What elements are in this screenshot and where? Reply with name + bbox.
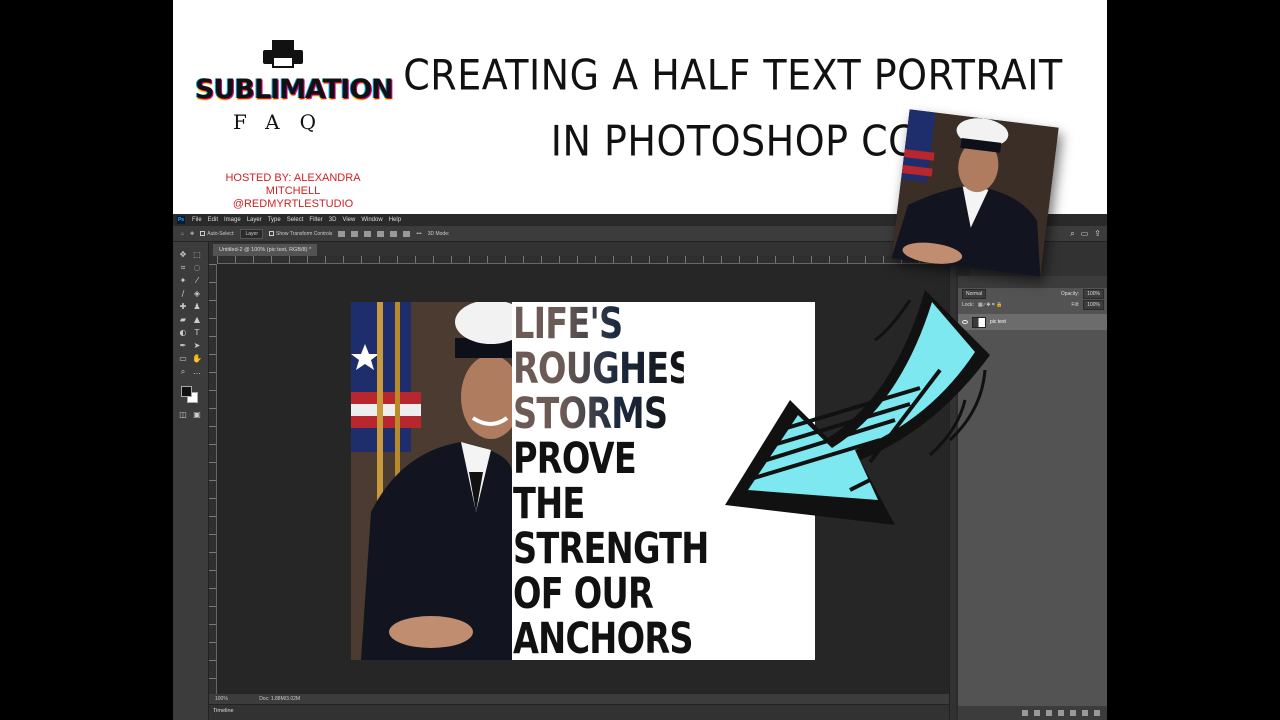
path-select-icon[interactable]: ➤ bbox=[192, 341, 202, 351]
eraser-icon[interactable]: ▰ bbox=[178, 315, 188, 325]
share-icon[interactable]: ⇪ bbox=[1094, 229, 1101, 239]
trash-icon[interactable] bbox=[1094, 710, 1100, 716]
document-tab-bar: Untitled-2 @ 100% (pic text, RGB/8) * bbox=[209, 242, 949, 256]
fill-input[interactable]: 100% bbox=[1083, 299, 1104, 310]
align-top-icon[interactable] bbox=[390, 230, 398, 237]
quote-line-8: ANCHORS bbox=[513, 614, 694, 661]
home-icon[interactable]: ⌂ bbox=[181, 231, 184, 237]
auto-select-checkbox[interactable]: Auto-Select: bbox=[200, 231, 234, 237]
clone-stamp-icon[interactable]: ♟ bbox=[192, 302, 202, 312]
logo-subtitle: FAQ bbox=[233, 110, 336, 134]
menu-image[interactable]: Image bbox=[221, 217, 244, 223]
host-name: HOSTED BY: ALEXANDRA MITCHELL bbox=[225, 172, 361, 197]
3d-mode-label: 3D Mode: bbox=[427, 230, 450, 237]
move-icon[interactable]: ✥ bbox=[178, 250, 188, 260]
link-layers-icon[interactable] bbox=[1022, 710, 1028, 716]
timeline-panel-tab[interactable]: Timeline bbox=[209, 704, 949, 720]
pen-icon[interactable]: ✒ bbox=[178, 341, 188, 351]
auto-select-dropdown[interactable]: Layer bbox=[240, 228, 263, 239]
quote-line-3: STORMS bbox=[513, 392, 684, 437]
menu-edit[interactable]: Edit bbox=[205, 217, 221, 223]
host-handle: @REDMYRTLESTUDIO bbox=[232, 198, 354, 210]
tools-panel: ✥ ⬚ ⌗ ◌ ✦ ⁄ ∕ ◈ ✚ ♟ ▰ ▲ ◐ T ✒ ➤ ▭ ✋ ⌕ … bbox=[173, 242, 209, 720]
menu-3d[interactable]: 3D bbox=[326, 217, 340, 223]
ruler-corner bbox=[209, 256, 217, 264]
menu-layer[interactable]: Layer bbox=[244, 217, 265, 223]
new-group-icon[interactable] bbox=[1070, 710, 1076, 716]
marquee-icon[interactable]: ⬚ bbox=[192, 250, 202, 260]
menu-window[interactable]: Window bbox=[358, 217, 385, 223]
quote-line-7: OF OUR bbox=[513, 569, 654, 619]
title-line-1: CREATING A HALF TEXT PORTRAIT bbox=[403, 50, 1063, 100]
add-mask-icon[interactable] bbox=[1046, 710, 1052, 716]
crop-icon[interactable]: ⌗ bbox=[178, 263, 188, 273]
zoom-icon[interactable]: ⌕ bbox=[178, 367, 188, 377]
layers-panel-footer bbox=[958, 706, 1107, 720]
align-center-icon[interactable] bbox=[351, 230, 359, 237]
align-middle-icon[interactable] bbox=[403, 230, 411, 237]
portrait-photo bbox=[351, 302, 512, 660]
quote-line-4: PROVE bbox=[513, 434, 637, 484]
more-tools-icon[interactable]: … bbox=[192, 367, 202, 377]
magic-wand-icon[interactable]: ✦ bbox=[178, 276, 188, 286]
horizontal-ruler[interactable] bbox=[217, 256, 949, 264]
menu-view[interactable]: View bbox=[339, 217, 358, 223]
menu-type[interactable]: Type bbox=[265, 217, 284, 223]
quick-mask-icon[interactable]: ◫ bbox=[178, 410, 188, 420]
quote-line-2: ROUGHEST bbox=[513, 344, 715, 394]
photoshop-logo-icon: Ps bbox=[177, 216, 185, 224]
more-options-icon[interactable]: ••• bbox=[416, 231, 421, 237]
host-credit: HOSTED BY: ALEXANDRA MITCHELL @REDMYRTLE… bbox=[203, 172, 383, 211]
foreground-color-swatch[interactable] bbox=[181, 386, 192, 397]
type-icon[interactable]: T bbox=[192, 328, 202, 338]
brush-icon[interactable]: ∕ bbox=[178, 289, 188, 299]
video-frame: SUBLIMATION FAQ HOSTED BY: ALEXANDRA MIT… bbox=[0, 0, 1280, 720]
menu-select[interactable]: Select bbox=[284, 217, 307, 223]
lasso-icon[interactable]: ◌ bbox=[192, 263, 202, 273]
reference-photo-thumbnail bbox=[891, 109, 1059, 277]
menu-help[interactable]: Help bbox=[386, 217, 404, 223]
document-size[interactable]: Doc: 1.88M/3.02M bbox=[259, 696, 300, 702]
menu-file[interactable]: File bbox=[189, 217, 205, 223]
menu-filter[interactable]: Filter bbox=[306, 217, 325, 223]
fx-icon[interactable] bbox=[1034, 710, 1040, 716]
logo-wordmark: SUBLIMATION bbox=[195, 74, 394, 105]
sublimation-faq-logo: SUBLIMATION FAQ bbox=[195, 40, 394, 140]
screen-mode-icon[interactable]: ▣ bbox=[192, 410, 202, 420]
shape-icon[interactable]: ▭ bbox=[178, 354, 188, 364]
new-layer-icon[interactable] bbox=[1082, 710, 1088, 716]
gradient-icon[interactable]: ◐ bbox=[178, 328, 188, 338]
quote-line-6: STRENGTH bbox=[513, 524, 709, 574]
healing-icon[interactable]: ✚ bbox=[178, 302, 188, 312]
arrow-graphic bbox=[725, 290, 990, 525]
zoom-level[interactable]: 100% bbox=[215, 696, 228, 702]
printer-icon bbox=[263, 40, 303, 70]
opacity-label: Opacity: bbox=[1060, 290, 1080, 297]
fill-label: Fill: bbox=[1071, 301, 1080, 308]
search-icon[interactable]: ⌕ bbox=[1070, 229, 1074, 239]
stamp-icon[interactable]: ▲ bbox=[192, 315, 202, 325]
opacity-input[interactable]: 100% bbox=[1083, 288, 1104, 299]
quote-line-5: THE bbox=[513, 479, 585, 529]
transform-controls-checkbox[interactable]: Show Transform Controls bbox=[269, 231, 332, 237]
move-tool-icon[interactable]: ✥ bbox=[190, 231, 194, 237]
status-bar: 100% Doc: 1.88M/3.02M bbox=[209, 694, 949, 704]
vertical-ruler[interactable] bbox=[209, 264, 217, 694]
adjustment-icon[interactable] bbox=[1058, 710, 1064, 716]
align-left-icon[interactable] bbox=[338, 230, 346, 237]
hand-icon[interactable]: ✋ bbox=[192, 354, 202, 364]
paint-bucket-icon[interactable]: ◈ bbox=[192, 289, 202, 299]
quote-text-block: LIFE'S ROUGHEST STORMS PROVE THE STRENGT… bbox=[512, 302, 732, 660]
align-right-icon[interactable] bbox=[364, 230, 372, 237]
quote-line-1: LIFE'S bbox=[513, 302, 684, 347]
document-tab[interactable]: Untitled-2 @ 100% (pic text, RGB/8) * bbox=[213, 244, 318, 256]
distribute-icon[interactable] bbox=[377, 230, 385, 237]
workspace-icon[interactable]: ▭ bbox=[1081, 229, 1089, 239]
eyedropper-icon[interactable]: ⁄ bbox=[192, 276, 202, 286]
